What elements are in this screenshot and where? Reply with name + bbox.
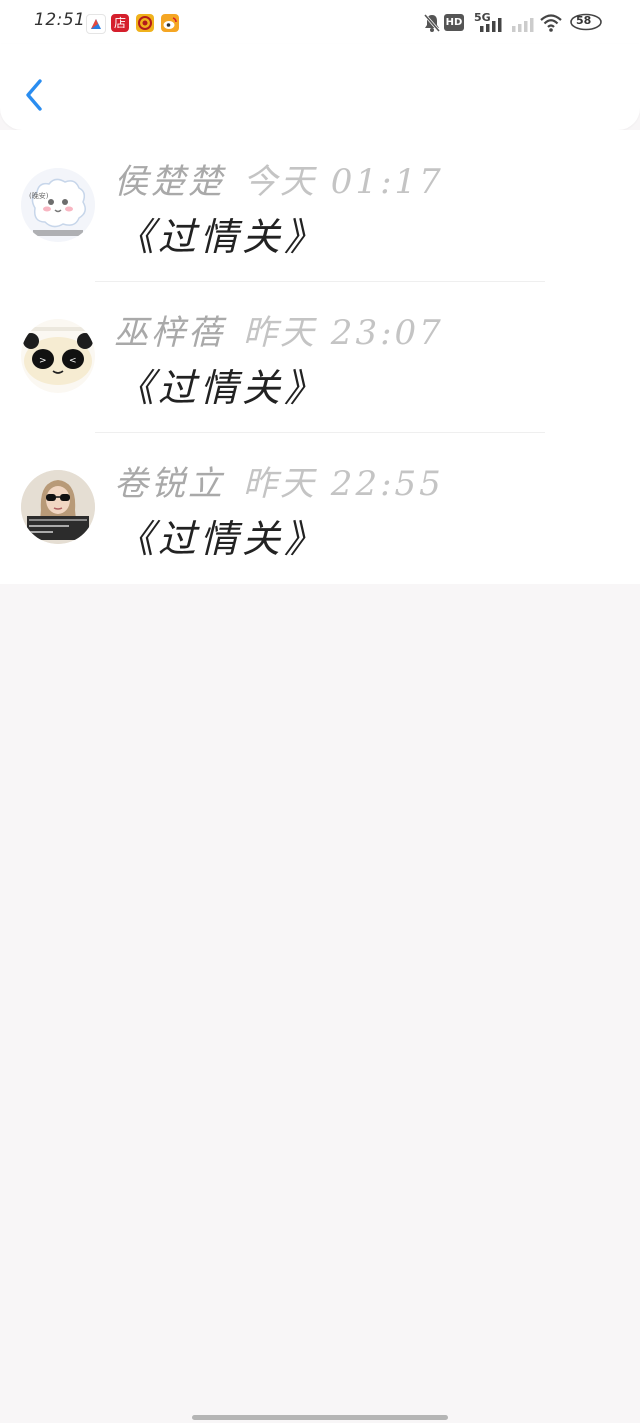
- mute-bell-icon: [422, 12, 442, 34]
- svg-text:(晚安): (晚安): [29, 191, 49, 200]
- message-time: 昨天 23:07: [243, 313, 444, 353]
- signal-2-icon: [510, 12, 536, 34]
- list-item[interactable]: (晚安) 侯楚楚 今天 01:17 《过情关》: [0, 130, 640, 281]
- sender-line: 巫梓蓓 昨天 23:07: [114, 305, 444, 354]
- message-time: 今天 01:17: [243, 162, 444, 202]
- girl-sunglasses-avatar[interactable]: [21, 470, 95, 544]
- store-app-icon: 店: [111, 14, 129, 32]
- message-list: (晚安) 侯楚楚 今天 01:17 《过情关》 > < 巫梓蓓 昨天 23:07…: [0, 130, 640, 584]
- chevron-left-icon: [26, 79, 42, 111]
- message-text: 《过情关》: [116, 517, 327, 561]
- message-text: 《过情关》: [116, 366, 327, 410]
- hd-badge: HD: [444, 14, 464, 31]
- home-indicator[interactable]: [192, 1415, 448, 1420]
- compass-app-icon: [86, 14, 106, 34]
- message-time: 昨天 22:55: [243, 464, 444, 504]
- status-time: 12:51: [34, 10, 86, 30]
- battery-icon: 58: [569, 13, 603, 31]
- list-item[interactable]: > < 巫梓蓓 昨天 23:07 《过情关》: [0, 281, 640, 432]
- list-item[interactable]: 卷锐立 昨天 22:55 《过情关》: [0, 432, 640, 583]
- back-button[interactable]: [20, 76, 50, 114]
- signal-icon: [478, 12, 504, 34]
- message-text: 《过情关》: [116, 215, 327, 259]
- svg-text:>: >: [39, 356, 47, 366]
- sender-name: 卷锐立: [114, 464, 225, 504]
- status-bar: 12:51 店 HD 5G 58: [0, 0, 640, 44]
- target-app-icon: [136, 14, 154, 32]
- sender-line: 侯楚楚 今天 01:17: [114, 154, 444, 203]
- sender-name: 巫梓蓓: [114, 313, 225, 353]
- weibo-app-icon: [161, 14, 179, 32]
- wifi-icon: [540, 12, 562, 34]
- sender-name: 侯楚楚: [114, 162, 225, 202]
- panda-avatar[interactable]: > <: [21, 319, 95, 393]
- sender-line: 卷锐立 昨天 22:55: [114, 456, 444, 505]
- sheep-avatar[interactable]: (晚安): [21, 168, 95, 242]
- nav-bar: [0, 44, 640, 130]
- svg-text:<: <: [69, 356, 77, 366]
- battery-level: 58: [576, 14, 592, 27]
